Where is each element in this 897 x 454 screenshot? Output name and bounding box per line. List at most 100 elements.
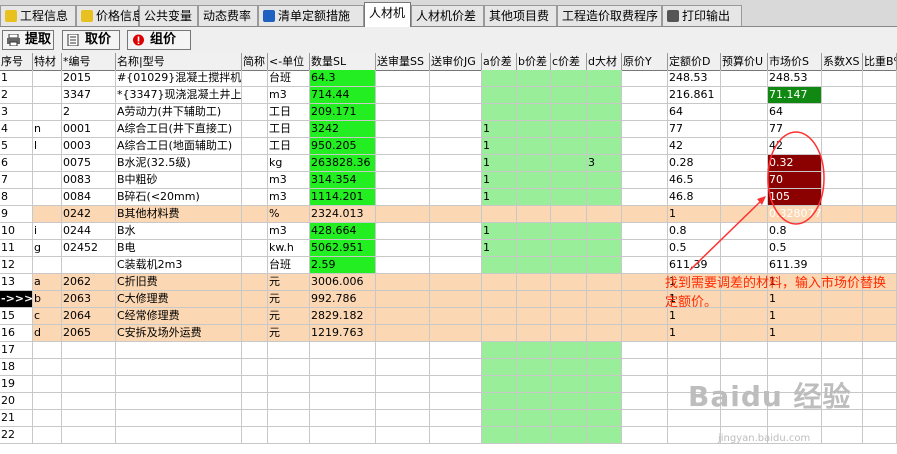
cell-xs[interactable] <box>822 121 863 138</box>
cell-qty[interactable]: 209.171 <box>310 104 376 121</box>
cell-d[interactable] <box>587 291 622 308</box>
cell-jg[interactable] <box>430 393 482 410</box>
cell-u[interactable] <box>721 257 768 274</box>
cell-d[interactable] <box>587 206 622 223</box>
cell-de[interactable]: 0.5 <box>668 240 721 257</box>
cell-u[interactable] <box>721 206 768 223</box>
tab-4[interactable]: 动态费率 <box>198 5 258 26</box>
cell-name[interactable]: A综合工日(井下直接工) <box>116 121 242 138</box>
table-row[interactable]: 9 0242 B其他材料费% 2324.013 1 0.328077 <box>0 206 897 223</box>
cell-sc[interactable]: 0.8 <box>768 223 822 240</box>
cell-bz[interactable] <box>863 189 897 206</box>
table-row[interactable]: 11 g 02452 B电 kw.h 5062.951 1 0.5 0.5 <box>0 240 897 257</box>
cell-u[interactable] <box>721 138 768 155</box>
cell-qty[interactable] <box>310 393 376 410</box>
cell-name[interactable]: C安拆及场外运费 <box>116 325 242 342</box>
cell-unit[interactable]: 元 <box>268 325 310 342</box>
cell-de[interactable]: 46.8 <box>668 189 721 206</box>
cell-u[interactable] <box>721 189 768 206</box>
cell-d[interactable] <box>587 376 622 393</box>
cell-c[interactable] <box>551 376 587 393</box>
cell-ss[interactable] <box>376 240 430 257</box>
cell-jg[interactable] <box>430 325 482 342</box>
cell-qty[interactable]: 3006.006 <box>310 274 376 291</box>
cell-unit[interactable] <box>268 393 310 410</box>
cell-unit[interactable] <box>268 427 310 444</box>
cell-sc[interactable]: 611.39 <box>768 257 822 274</box>
cell-de[interactable] <box>668 359 721 376</box>
cell-name[interactable]: #{01029}混凝土搅拌机 <box>116 70 242 87</box>
table-row[interactable]: 18 <box>0 359 897 376</box>
cell-code[interactable] <box>62 359 116 376</box>
cell-tc[interactable]: c <box>33 308 62 325</box>
cell-jc[interactable] <box>242 342 268 359</box>
cell-tc[interactable] <box>33 172 62 189</box>
cell-sc[interactable]: 0.328077 <box>768 206 822 223</box>
cell-ss[interactable] <box>376 393 430 410</box>
cell-jg[interactable] <box>430 206 482 223</box>
cell-jg[interactable] <box>430 359 482 376</box>
cell-tc[interactable] <box>33 410 62 427</box>
cell-a[interactable] <box>482 410 517 427</box>
cell-name[interactable]: *{3347}现浇混凝土井上 <box>116 87 242 104</box>
cell-xs[interactable] <box>822 257 863 274</box>
cell-tc[interactable] <box>33 257 62 274</box>
cell-de[interactable]: 1 <box>668 206 721 223</box>
cell-tc[interactable] <box>33 104 62 121</box>
cell-name[interactable] <box>116 376 242 393</box>
table-row[interactable]: 3 2 A劳动力(井下辅助工) 工日 209.171 64 64 <box>0 104 897 121</box>
cell-d[interactable] <box>587 308 622 325</box>
cell-bz[interactable] <box>863 138 897 155</box>
cell-bz[interactable] <box>863 70 897 87</box>
cell-jg[interactable] <box>430 172 482 189</box>
cell-qty[interactable]: 1114.201 <box>310 189 376 206</box>
cell-y[interactable] <box>622 257 668 274</box>
cell-jg[interactable] <box>430 189 482 206</box>
cell-xs[interactable] <box>822 427 863 444</box>
cell-ss[interactable] <box>376 138 430 155</box>
cell-b[interactable] <box>517 393 551 410</box>
cell-xs[interactable] <box>822 155 863 172</box>
cell-jc[interactable] <box>242 189 268 206</box>
cell-u[interactable] <box>721 240 768 257</box>
cell-de[interactable]: 216.861 <box>668 87 721 104</box>
cell-b[interactable] <box>517 359 551 376</box>
cell-bz[interactable] <box>863 342 897 359</box>
cell-y[interactable] <box>622 342 668 359</box>
column-header-d[interactable]: d大材 <box>587 53 622 70</box>
cell-y[interactable] <box>622 308 668 325</box>
cell-u[interactable] <box>721 325 768 342</box>
cell-qty[interactable]: 992.786 <box>310 291 376 308</box>
cell-ss[interactable] <box>376 223 430 240</box>
column-header-c[interactable]: c价差 <box>551 53 587 70</box>
cell-jg[interactable] <box>430 376 482 393</box>
cell-d[interactable] <box>587 240 622 257</box>
cell-ss[interactable] <box>376 410 430 427</box>
tab-10[interactable]: 打印输出 <box>662 5 742 26</box>
cell-qty[interactable] <box>310 427 376 444</box>
cell-a[interactable] <box>482 427 517 444</box>
column-header-u[interactable]: 预算价U <box>721 53 768 70</box>
cell-b[interactable] <box>517 155 551 172</box>
cell-tc[interactable] <box>33 206 62 223</box>
cell-ss[interactable] <box>376 427 430 444</box>
cell-sc[interactable]: 0.32 <box>768 155 822 172</box>
cell-u[interactable] <box>721 223 768 240</box>
cell-c[interactable] <box>551 342 587 359</box>
cell-ss[interactable] <box>376 325 430 342</box>
cell-code[interactable]: 0003 <box>62 138 116 155</box>
table-row[interactable]: 10 i 0244 B水 m3 428.664 1 0.8 0.8 <box>0 223 897 240</box>
cell-code[interactable]: 2015 <box>62 70 116 87</box>
fetch-price-button[interactable]: 取价 <box>62 30 120 50</box>
cell-qty[interactable] <box>310 342 376 359</box>
column-header-no[interactable]: 序号 <box>0 53 33 70</box>
table-row[interactable]: 5 l 0003 A综合工日(地面辅助工) 工日 950.205 1 42 42 <box>0 138 897 155</box>
cell-name[interactable] <box>116 410 242 427</box>
cell-jc[interactable] <box>242 274 268 291</box>
cell-d[interactable] <box>587 393 622 410</box>
cell-b[interactable] <box>517 104 551 121</box>
cell-y[interactable] <box>622 104 668 121</box>
cell-unit[interactable]: kg <box>268 155 310 172</box>
cell-b[interactable] <box>517 121 551 138</box>
cell-u[interactable] <box>721 121 768 138</box>
